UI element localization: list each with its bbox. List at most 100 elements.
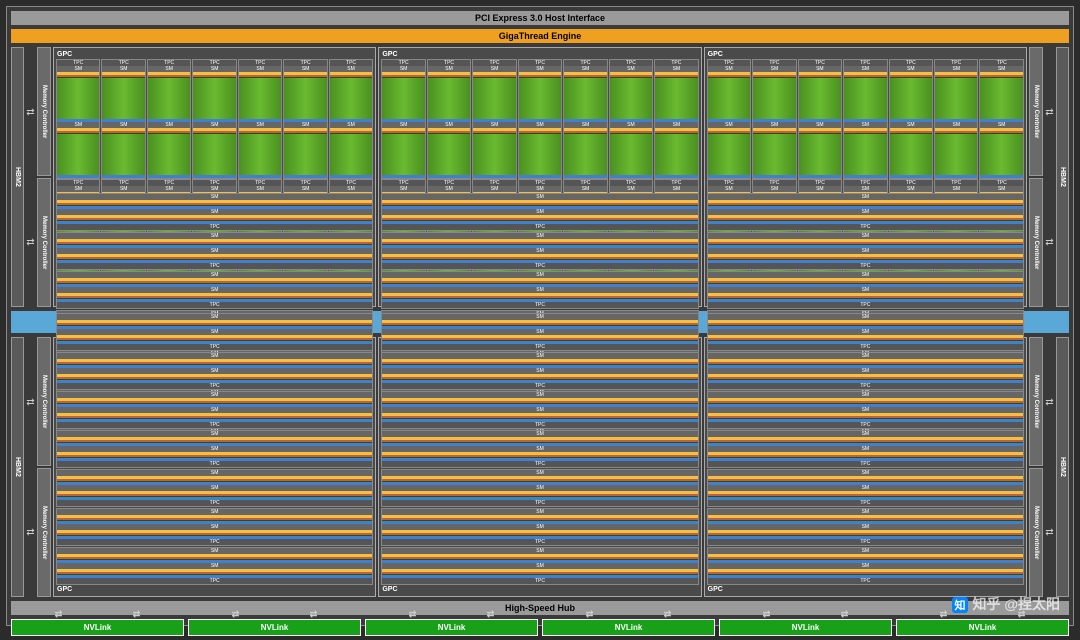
gpc-block: GPCSM SM TPCSM SM TPCSM SM TPCSM SM TPCS…	[378, 337, 701, 597]
sm-cores	[610, 77, 652, 119]
tpc-block: SM SM TPC	[381, 313, 698, 351]
hbm2-block: HBM2	[11, 47, 24, 307]
tpc-block: SM SM TPC	[381, 271, 698, 309]
sm-cache	[890, 175, 932, 178]
memory-controller: Memory Controller	[1029, 178, 1043, 307]
sm-cores	[708, 77, 750, 119]
sm-cores	[980, 77, 1022, 119]
sm-cores	[753, 77, 795, 119]
gpc-row-bottom: HBM2 ⇄⇄ Memory Controller Memory Control…	[7, 337, 1073, 597]
sm-cores	[284, 77, 326, 119]
tpc-label: TPC	[708, 263, 1023, 269]
tpc-label: TPC	[708, 224, 1023, 230]
zhihu-logo-icon	[952, 597, 968, 613]
io-arrows: ⇄⇄	[24, 47, 37, 307]
tpc-block: SM SM TPC	[707, 352, 1024, 390]
sm-cores	[330, 133, 372, 175]
sm-cores	[382, 133, 424, 175]
tpc-block: SM SM TPC	[56, 430, 373, 468]
tpc-label: TPC	[708, 578, 1023, 584]
gpc-label: GPC	[56, 50, 373, 59]
pci-express-bar: PCI Express 3.0 Host Interface	[11, 11, 1069, 25]
tpc-label: TPC	[708, 539, 1023, 545]
tpc-label: TPC	[382, 302, 697, 308]
tpc-block: SM SM TPC	[56, 352, 373, 390]
sm-cores	[564, 77, 606, 119]
sm-cores	[57, 133, 99, 175]
tpc-block: TPCSM SM	[843, 59, 887, 179]
sm-cache	[193, 175, 235, 178]
tpc-label: TPC	[708, 422, 1023, 428]
nvlink-block: NVLink	[542, 619, 715, 636]
tpc-block: TPCSM SM	[427, 59, 471, 179]
sm-cores	[799, 133, 841, 175]
tpc-block: SM SM TPC	[707, 313, 1024, 351]
tpc-block: SM SM TPC	[381, 391, 698, 429]
tpc-label: TPC	[57, 263, 372, 269]
tpc-block: SM SM TPC	[56, 193, 373, 231]
sm-cores	[473, 133, 515, 175]
memory-controller: Memory Controller	[37, 178, 51, 307]
tpc-label: TPC	[57, 461, 372, 467]
sm-cache	[428, 175, 470, 178]
sm-cache	[473, 175, 515, 178]
memory-controller: Memory Controller	[1029, 337, 1043, 466]
sm-cores	[753, 133, 795, 175]
tpc-label: TPC	[57, 422, 372, 428]
tpc-block: SM SM TPC	[707, 232, 1024, 270]
sm-cores	[284, 133, 326, 175]
tpc-block: SM SM TPC	[381, 469, 698, 507]
tpc-block: TPCSM SM	[329, 59, 373, 179]
sm-cores	[57, 77, 99, 119]
io-arrows: ⇄⇄	[24, 337, 37, 597]
memory-controller-column-right: Memory Controller Memory Controller	[1029, 337, 1043, 597]
sm-cores	[148, 77, 190, 119]
tpc-label: TPC	[708, 302, 1023, 308]
sm-cores	[193, 77, 235, 119]
tpc-block: TPCSM SM	[752, 59, 796, 179]
sm-cache	[148, 175, 190, 178]
sm-cores	[655, 77, 697, 119]
sm-cores	[799, 77, 841, 119]
tpc-label: TPC	[57, 224, 372, 230]
io-arrows: ⇄⇄	[1043, 47, 1056, 307]
tpc-block: SM SM TPC	[707, 430, 1024, 468]
gpu-chip-diagram: PCI Express 3.0 Host Interface GigaThrea…	[6, 6, 1074, 626]
sm-cores	[473, 77, 515, 119]
tpc-block: SM SM TPC	[381, 430, 698, 468]
tpc-label: TPC	[708, 344, 1023, 350]
sm-cache	[239, 175, 281, 178]
tpc-label: TPC	[382, 224, 697, 230]
sm-cache	[102, 175, 144, 178]
sm-cache	[519, 175, 561, 178]
tpc-label: TPC	[382, 578, 697, 584]
gpc-label: GPC	[381, 50, 698, 59]
tpc-block: TPCSM SM	[472, 59, 516, 179]
tpc-label: TPC	[708, 383, 1023, 389]
sm-cores	[708, 133, 750, 175]
hbm2-block: HBM2	[1056, 47, 1069, 307]
sm-cores	[564, 133, 606, 175]
tpc-label: TPC	[57, 539, 372, 545]
gigathread-bar: GigaThread Engine	[11, 29, 1069, 43]
tpc-block: TPCSM SM	[979, 59, 1023, 179]
tpc-label: TPC	[382, 422, 697, 428]
sm-cores	[102, 77, 144, 119]
sm-cores	[935, 77, 977, 119]
watermark: 知乎 @捏太阳	[952, 594, 1060, 614]
tpc-label: TPC	[708, 500, 1023, 506]
memory-controller: Memory Controller	[1029, 47, 1043, 176]
memory-controller: Memory Controller	[37, 47, 51, 176]
tpc-block: SM SM TPC	[56, 391, 373, 429]
tpc-block: TPCSM SM	[934, 59, 978, 179]
sm-cache	[330, 175, 372, 178]
tpc-block: TPCSM SM	[147, 59, 191, 179]
io-arrows: ⇄⇄	[1043, 337, 1056, 597]
sm-cores	[193, 133, 235, 175]
tpc-block: SM SM TPC	[381, 232, 698, 270]
sm-cores	[239, 77, 281, 119]
tpc-label: TPC	[382, 461, 697, 467]
tpc-block: TPCSM SM	[192, 59, 236, 179]
tpc-block: TPCSM SM	[518, 59, 562, 179]
sm-cache	[655, 175, 697, 178]
